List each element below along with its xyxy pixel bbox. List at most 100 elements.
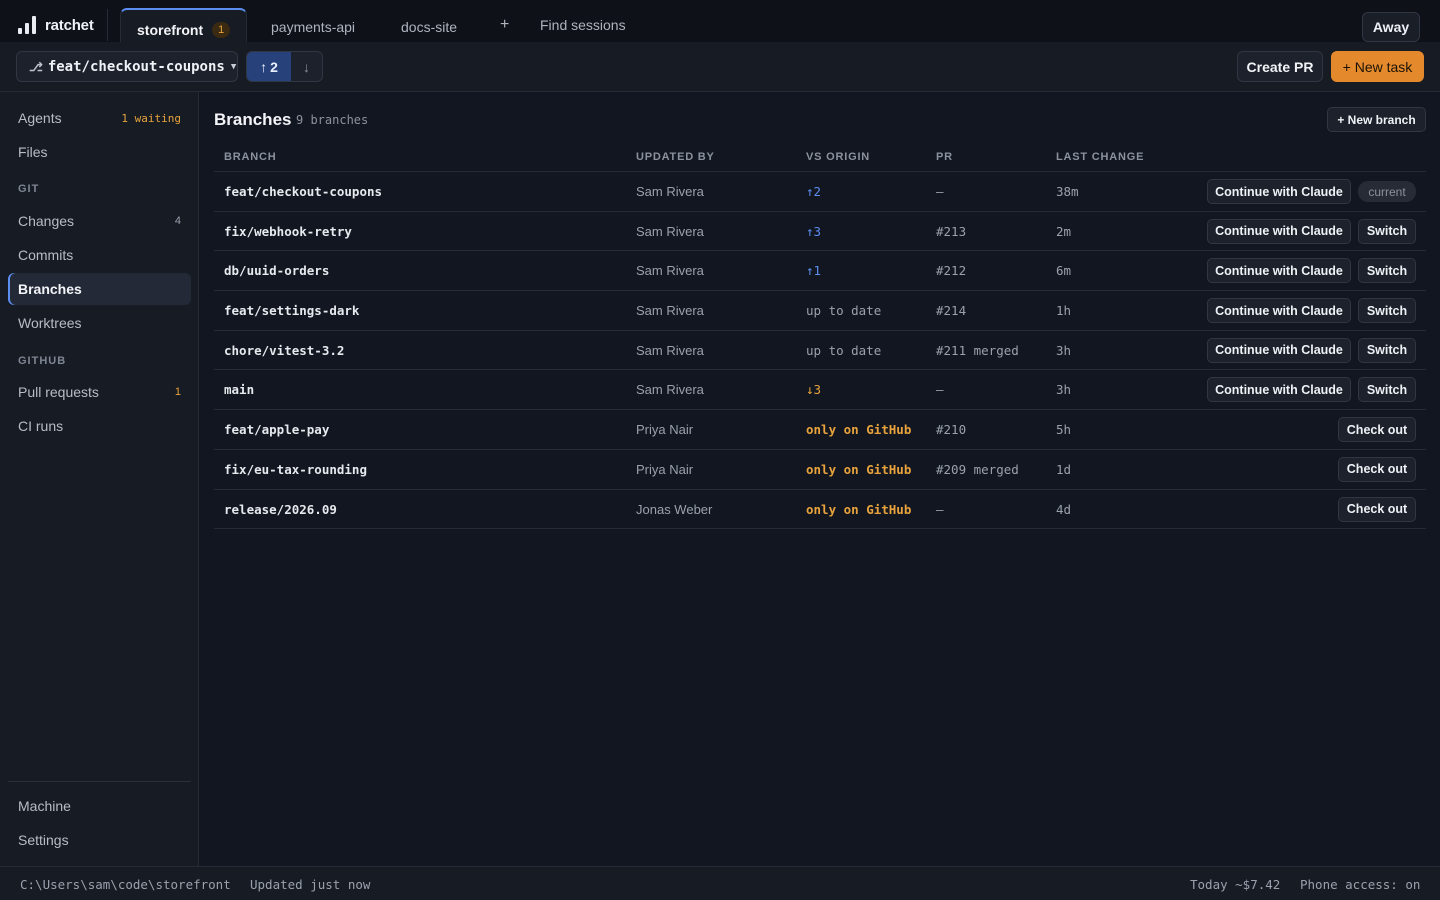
new-tab-button[interactable]: + xyxy=(500,16,509,34)
new-branch-button[interactable]: + New branch xyxy=(1327,107,1426,132)
tab-badge: 1 xyxy=(212,22,231,38)
updated-by: Sam Rivera xyxy=(636,184,704,199)
last-change: 3h xyxy=(1056,342,1072,358)
branch-name[interactable]: main xyxy=(224,382,254,397)
continue-with-claude-button[interactable]: Continue with Claude xyxy=(1207,377,1351,403)
status-bar: C:\Users\sam\code\storefront Updated jus… xyxy=(0,866,1440,900)
tab-docs-site[interactable]: docs-site xyxy=(401,9,457,45)
pr-reference: — xyxy=(936,501,944,517)
sidebar-item-label: Machine xyxy=(18,798,71,814)
phone-access-status[interactable]: Phone access: on xyxy=(1300,877,1420,892)
sidebar-item-commits[interactable]: Commits xyxy=(8,239,191,271)
branch-name[interactable]: release/2026.09 xyxy=(224,502,337,517)
current-branch-label: feat/checkout-coupons xyxy=(47,58,225,75)
last-change: 6m xyxy=(1056,263,1072,279)
pull-button[interactable]: ↓ xyxy=(291,52,322,81)
last-change: 1d xyxy=(1056,461,1072,477)
updated-by: Priya Nair xyxy=(636,461,694,477)
branches-panel: Branches 9 branches + New branch BRANCH … xyxy=(200,92,1440,866)
switch-button[interactable]: Switch xyxy=(1358,298,1416,324)
last-change: 5h xyxy=(1056,422,1072,438)
sidebar-item-label: Files xyxy=(18,144,48,160)
check-out-button[interactable]: Check out xyxy=(1338,417,1416,443)
table-row[interactable]: fix/webhook-retry Sam Rivera ↑3 #213 2m Conti… xyxy=(214,212,1426,252)
sidebar-item-label: Settings xyxy=(18,832,69,848)
column-header-pr: PR xyxy=(936,151,953,163)
table-row[interactable]: db/uuid-orders Sam Rivera ↑1 #212 6m Continue… xyxy=(214,251,1426,292)
branch-count: 9 branches xyxy=(296,113,369,127)
pr-reference[interactable]: #210 xyxy=(936,422,966,437)
new-task-button[interactable]: + New task xyxy=(1331,51,1424,82)
sidebar-item-label: CI runs xyxy=(18,418,64,434)
switch-button[interactable]: Switch xyxy=(1358,258,1416,284)
branch-name[interactable]: fix/eu-tax-rounding xyxy=(224,462,367,477)
sidebar-item-files[interactable]: Files xyxy=(8,136,191,168)
sidebar-item-pull-requests[interactable]: Pull requests 1 xyxy=(8,376,191,408)
origin-status: only on GitHub xyxy=(806,422,912,438)
origin-status: only on GitHub xyxy=(806,501,912,517)
sidebar-item-worktrees[interactable]: Worktrees xyxy=(8,307,191,339)
branches-table: BRANCH UPDATED BY VS ORIGIN PR LAST CHAN… xyxy=(214,142,1426,530)
table-row[interactable]: feat/settings-dark Sam Rivera up to date #2… xyxy=(214,291,1426,331)
brand[interactable]: ratchet xyxy=(18,14,94,36)
check-out-button[interactable]: Check out xyxy=(1338,496,1416,522)
pull-requests-count: 1 xyxy=(174,386,181,398)
sidebar-item-changes[interactable]: Changes 4 xyxy=(8,205,191,237)
origin-status: up to date xyxy=(806,303,882,319)
sidebar-item-label: Agents xyxy=(18,110,62,126)
branch-selector[interactable]: ⎇ feat/checkout-coupons ▼ xyxy=(16,51,238,82)
branch-name[interactable]: feat/checkout-coupons xyxy=(224,184,382,199)
find-sessions-link[interactable]: Find sessions xyxy=(540,17,626,33)
away-button[interactable]: Away xyxy=(1362,12,1420,42)
sidebar: Agents 1 waiting Files GIT Changes 4 Com… xyxy=(0,92,199,866)
sidebar-item-ci-runs[interactable]: CI runs xyxy=(8,410,191,442)
branch-name[interactable]: feat/settings-dark xyxy=(224,303,359,318)
branch-name[interactable]: feat/apple-pay xyxy=(224,422,329,437)
pr-reference[interactable]: #213 xyxy=(936,224,966,239)
continue-with-claude-button[interactable]: Continue with Claude xyxy=(1207,337,1351,363)
table-row[interactable]: feat/checkout-coupons Sam Rivera ↑2 — 38m Con… xyxy=(214,172,1426,212)
branch-name[interactable]: chore/vitest-3.2 xyxy=(224,343,344,358)
sidebar-item-machine[interactable]: Machine xyxy=(8,790,191,822)
pr-reference[interactable]: #214 xyxy=(936,303,966,318)
sidebar-divider xyxy=(8,781,191,782)
sidebar-item-label: Changes xyxy=(18,213,75,229)
sidebar-section-git: GIT xyxy=(18,183,40,195)
switch-button[interactable]: Switch xyxy=(1358,377,1416,403)
table-body: feat/checkout-coupons Sam Rivera ↑2 — 38m Con… xyxy=(214,172,1426,530)
table-row[interactable]: main Sam Rivera ↓3 — 3h Continue with Claude S… xyxy=(214,370,1426,411)
check-out-button[interactable]: Check out xyxy=(1338,456,1416,482)
sidebar-item-agents[interactable]: Agents 1 waiting xyxy=(8,102,191,134)
arrow-up-icon: ↑ xyxy=(260,58,268,75)
sidebar-item-branches[interactable]: Branches xyxy=(8,273,191,305)
daily-cost: Today ~$7.42 xyxy=(1190,877,1281,892)
sidebar-item-settings[interactable]: Settings xyxy=(8,824,191,856)
table-row[interactable]: fix/eu-tax-rounding Priya Nair only on Git… xyxy=(214,450,1426,490)
sidebar-item-label: Worktrees xyxy=(18,315,82,331)
updated-by: Sam Rivera xyxy=(636,303,704,319)
origin-status: ↑2 xyxy=(806,184,822,199)
table-row[interactable]: release/2026.09 Jonas Weber only on GitHub… xyxy=(214,490,1426,530)
continue-with-claude-button[interactable]: Continue with Claude xyxy=(1207,218,1351,244)
continue-with-claude-button[interactable]: Continue with Claude xyxy=(1207,179,1351,204)
create-pr-button[interactable]: Create PR xyxy=(1237,51,1323,82)
updated-by: Sam Rivera xyxy=(636,263,704,279)
pr-reference[interactable]: #209 merged xyxy=(936,462,1019,477)
branch-name[interactable]: fix/webhook-retry xyxy=(224,224,352,239)
changes-count: 4 xyxy=(174,215,181,227)
switch-button[interactable]: Switch xyxy=(1358,218,1416,244)
origin-status: only on GitHub xyxy=(806,461,912,477)
continue-with-claude-button[interactable]: Continue with Claude xyxy=(1207,258,1351,284)
table-row[interactable]: feat/apple-pay Priya Nair only on GitHub #2… xyxy=(214,410,1426,450)
continue-with-claude-button[interactable]: Continue with Claude xyxy=(1207,298,1351,324)
switch-button[interactable]: Switch xyxy=(1358,337,1416,363)
branch-name[interactable]: db/uuid-orders xyxy=(224,263,329,278)
table-row[interactable]: chore/vitest-3.2 Sam Rivera up to date #211… xyxy=(214,331,1426,371)
pr-reference[interactable]: #211 merged xyxy=(936,343,1019,358)
push-button[interactable]: ↑ 2 xyxy=(247,52,291,81)
ratchet-logo-icon xyxy=(18,16,36,34)
pr-reference: — xyxy=(936,184,944,199)
pr-reference[interactable]: #212 xyxy=(936,263,966,278)
sidebar-item-label: Commits xyxy=(18,247,74,263)
tab-payments-api[interactable]: payments-api xyxy=(271,9,355,45)
